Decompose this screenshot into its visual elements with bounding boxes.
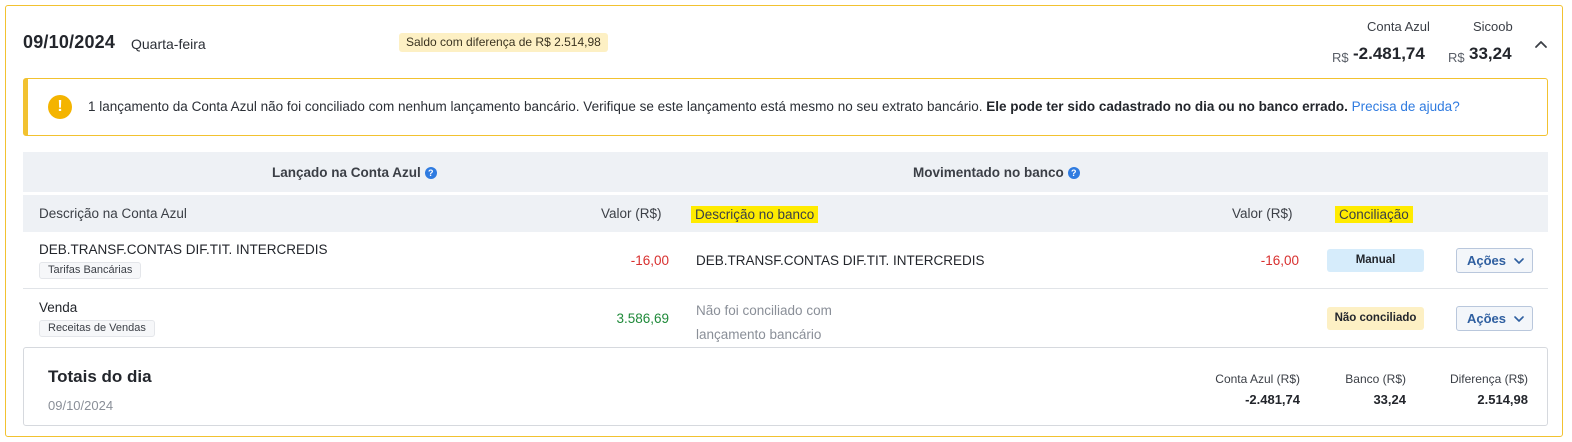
totals-conta-azul-value: -2.481,74	[1245, 392, 1300, 407]
status-badge: Manual	[1327, 249, 1424, 272]
bank-empty-line-2: lançamento bancário	[696, 327, 822, 342]
group-title-conta-azul-text: Lançado na Conta Azul	[272, 165, 421, 180]
actions-button-label: Ações	[1467, 253, 1507, 268]
exclamation-icon: !	[48, 95, 72, 119]
col-desc-conta-azul: Descrição na Conta Azul	[39, 206, 187, 221]
table-row: DEB.TRANSF.CONTAS DIF.TIT. INTERCREDIS T…	[23, 232, 1548, 289]
row-value: 3.586,69	[616, 311, 669, 326]
day-totals: Totais do dia 09/10/2024 Conta Azul (R$)…	[23, 347, 1548, 426]
row-bank-value: -16,00	[1260, 253, 1299, 268]
collapse-chevron-up-icon[interactable]	[1531, 34, 1551, 54]
sicoob-balance-value: 33,24	[1469, 44, 1512, 63]
totals-banco-label: Banco (R$)	[1345, 372, 1406, 386]
column-header: Descrição na Conta Azul Valor (R$) Descr…	[23, 195, 1548, 232]
col-valor-conta-azul: Valor (R$)	[601, 206, 662, 221]
row-description: Venda	[39, 300, 78, 315]
actions-button[interactable]: Ações	[1456, 248, 1533, 273]
sicoob-balance-label: Sicoob	[1473, 19, 1513, 34]
help-icon[interactable]: ?	[424, 167, 437, 180]
conta-azul-balance-label: Conta Azul	[1367, 19, 1430, 34]
group-title-banco-text: Movimentado no banco	[913, 165, 1064, 180]
difference-badge: Saldo com diferença de R$ 2.514,98	[399, 33, 608, 52]
totals-diferenca-value: 2.514,98	[1477, 392, 1528, 407]
chevron-down-icon	[1514, 316, 1524, 322]
alert-bold-text: Ele pode ter sido cadastrado no dia ou n…	[986, 99, 1348, 114]
totals-conta-azul-label: Conta Azul (R$)	[1215, 372, 1300, 386]
row-bank-description-empty: Não foi conciliado com lançamento bancár…	[696, 299, 832, 347]
totals-date: 09/10/2024	[48, 398, 114, 413]
bank-empty-line-1: Não foi conciliado com	[696, 303, 832, 318]
col-valor-banco: Valor (R$)	[1232, 206, 1293, 221]
alert-text: 1 lançamento da Conta Azul não foi conci…	[88, 99, 987, 114]
sicoob-currency: R$	[1448, 50, 1465, 65]
col-desc-banco: Descrição no banco	[691, 206, 819, 223]
group-title-conta-azul: Lançado na Conta Azul?	[272, 165, 437, 180]
col-conciliacao: Conciliação	[1335, 206, 1413, 223]
row-value: -16,00	[630, 253, 669, 268]
totals-diferenca-label: Diferença (R$)	[1449, 372, 1528, 386]
chevron-down-icon	[1514, 258, 1524, 264]
help-icon[interactable]: ?	[1067, 167, 1080, 180]
reconciliation-day-card: 09/10/2024 Quarta-feira Saldo com difere…	[5, 5, 1563, 437]
group-title-banco: Movimentado no banco?	[913, 165, 1080, 180]
help-link[interactable]: Precisa de ajuda?	[1352, 99, 1460, 114]
row-description: DEB.TRANSF.CONTAS DIF.TIT. INTERCREDIS	[39, 242, 328, 257]
row-bank-description: DEB.TRANSF.CONTAS DIF.TIT. INTERCREDIS	[696, 253, 985, 268]
category-tag: Receitas de Vendas	[39, 320, 155, 337]
day-weekday: Quarta-feira	[131, 36, 206, 52]
day-date: 09/10/2024	[23, 32, 116, 52]
alert-message: 1 lançamento da Conta Azul não foi conci…	[88, 99, 1460, 114]
table-row: Venda Receitas de Vendas 3.586,69 Não fo…	[23, 290, 1548, 347]
category-tag: Tarifas Bancárias	[39, 262, 142, 279]
actions-button[interactable]: Ações	[1456, 306, 1533, 331]
conta-azul-balance-value: -2.481,74	[1353, 44, 1425, 63]
conta-azul-currency: R$	[1332, 50, 1349, 65]
group-header: Lançado na Conta Azul? Movimentado no ba…	[23, 152, 1548, 192]
status-badge: Não conciliado	[1327, 307, 1424, 330]
totals-title: Totais do dia	[48, 367, 152, 386]
unreconciled-alert: ! 1 lançamento da Conta Azul não foi con…	[23, 78, 1548, 136]
actions-button-label: Ações	[1467, 311, 1507, 326]
totals-banco-value: 33,24	[1373, 392, 1406, 407]
